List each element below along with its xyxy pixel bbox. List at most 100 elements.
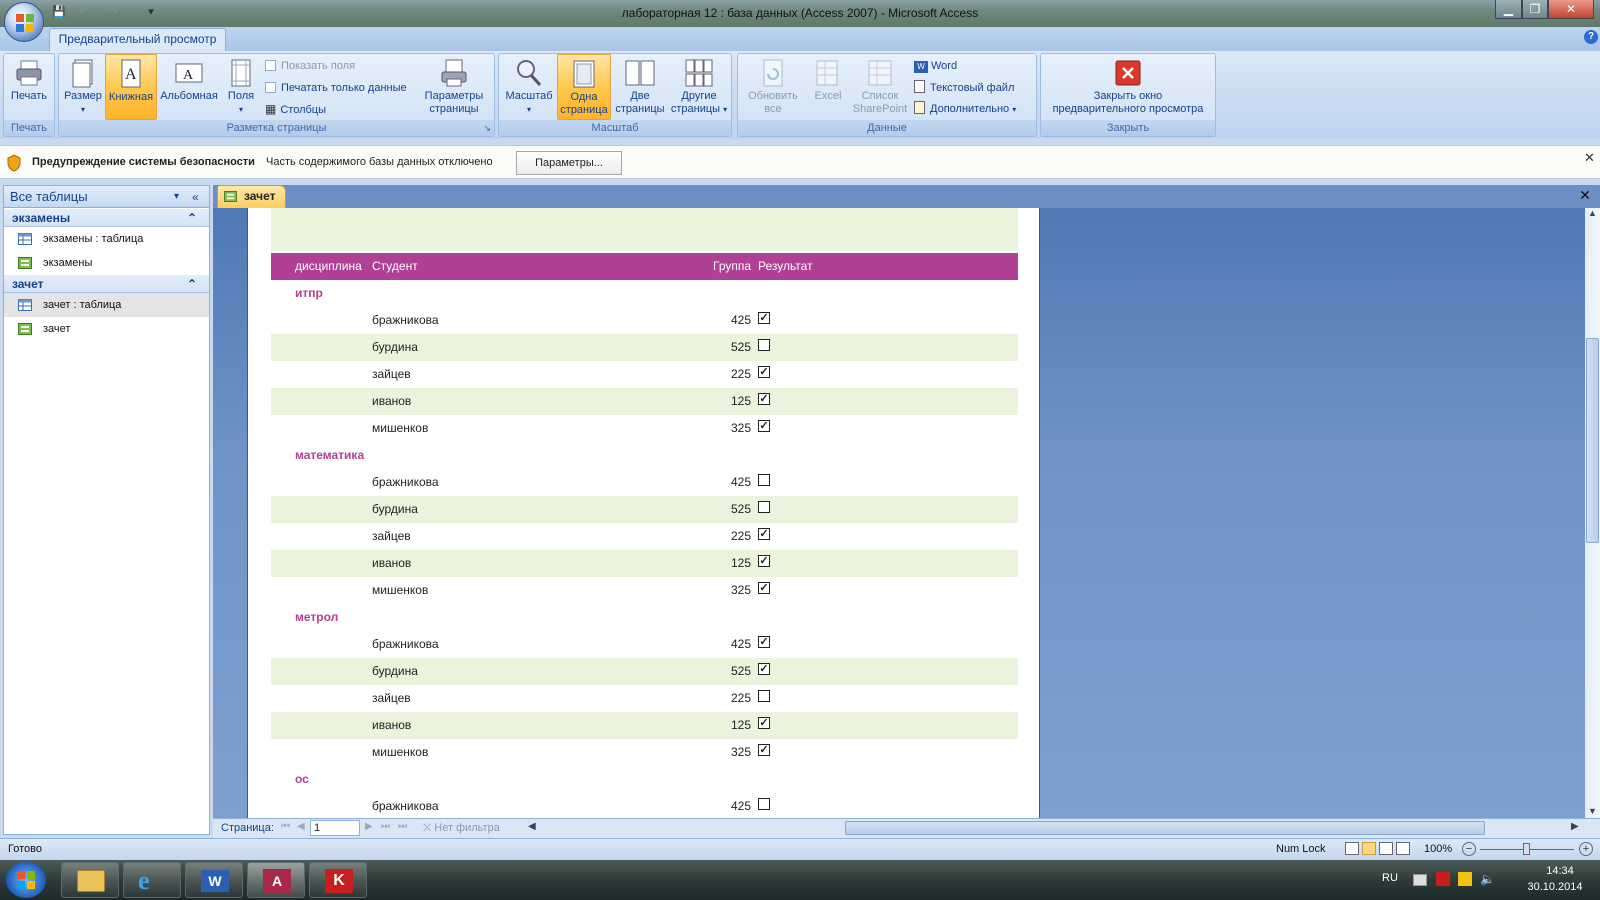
redo-icon[interactable]: ↷ — [104, 5, 122, 21]
close-document-icon[interactable]: ✕ — [1578, 187, 1592, 203]
taskbar-word[interactable]: W — [185, 862, 243, 898]
export-more-button[interactable]: Дополнительно ▾ — [914, 100, 1016, 118]
ie-icon: e — [138, 866, 150, 895]
close-preview-label-2: предварительного просмотра — [1052, 103, 1204, 115]
zoom-slider-thumb[interactable] — [1523, 843, 1530, 855]
export-word-button[interactable]: W Word — [914, 57, 957, 75]
customize-qat-icon[interactable]: ▾ — [142, 5, 160, 21]
filter-status[interactable]: ⛌ Нет фильтра — [423, 822, 500, 835]
table-row: бурдина 525 ✓ — [271, 658, 1018, 685]
report-view-icon[interactable] — [1362, 842, 1376, 855]
one-page-button[interactable]: Одна страница — [557, 54, 611, 120]
refresh-label-1: Обновить — [748, 90, 798, 102]
cell-group: 425 — [730, 637, 751, 651]
print-button-label: Печать — [10, 90, 48, 102]
close-preview-button[interactable]: Закрыть окно предварительного просмотра — [1043, 54, 1213, 120]
minimize-button[interactable]: ▁ — [1495, 0, 1522, 19]
show-margins-checkbox[interactable]: Показать поля — [265, 57, 355, 75]
print-preview-view-icon[interactable] — [1345, 842, 1359, 855]
scroll-right-icon[interactable]: ▶ — [1571, 821, 1579, 832]
language-indicator[interactable]: RU — [1382, 872, 1398, 884]
nav-pane-header[interactable]: Все таблицы ▾ « — [4, 186, 209, 208]
refresh-all-button[interactable]: Обновить все — [740, 54, 806, 120]
taskbar-ie[interactable]: e — [123, 862, 181, 898]
security-warning-message: Часть содержимого базы данных отключено — [266, 156, 493, 168]
group-zoom-label: Масштаб — [499, 120, 731, 136]
nav-group-exams[interactable]: экзамены ⌃ — [4, 209, 209, 227]
export-sharepoint-button[interactable]: Список SharePoint — [850, 54, 910, 120]
taskbar-access[interactable]: A — [247, 862, 305, 898]
section-discipline: метрол — [295, 610, 339, 624]
volume-icon[interactable]: 🔈 — [1480, 872, 1495, 886]
refresh-label-2: все — [764, 103, 782, 115]
column-result: Результат — [758, 259, 813, 273]
table-row: зайцев 225 — [271, 685, 1018, 712]
last-page-icon[interactable]: ⏭ — [381, 821, 390, 832]
prev-page-icon[interactable]: ◀ — [297, 821, 305, 832]
portrait-button[interactable]: A Книжная — [105, 54, 157, 120]
nav-dropdown-icon[interactable]: ▾ — [174, 186, 179, 208]
close-warning-icon[interactable]: ✕ — [1584, 150, 1595, 166]
margins-button[interactable]: Поля ▾ — [222, 54, 260, 120]
more-pages-button[interactable]: Другие страницы ▾ — [669, 54, 729, 120]
two-pages-button[interactable]: Две страницы — [612, 54, 668, 120]
zoom-button[interactable]: Масштаб ▾ — [501, 54, 557, 120]
nav-item-pass-report[interactable]: зачет — [4, 317, 209, 341]
zoom-out-icon[interactable]: − — [1462, 842, 1476, 856]
group-collapse-icon[interactable]: ⌃ — [187, 209, 197, 227]
nav-item-pass-table[interactable]: зачет : таблица — [4, 293, 209, 317]
result-checkbox-checked: ✓ — [758, 636, 770, 648]
help-icon[interactable]: ? — [1584, 30, 1598, 44]
next-page-icon[interactable]: ▶ — [365, 821, 373, 832]
clock-time[interactable]: 14:34 — [1530, 865, 1590, 877]
page-setup-button[interactable]: Параметры страницы — [421, 54, 487, 120]
print-data-only-checkbox[interactable]: Печатать только данные — [265, 79, 407, 97]
group-data: Обновить все Excel Список SharePoint W Wo… — [737, 53, 1037, 137]
size-button[interactable]: Размер ▾ — [61, 54, 105, 120]
filter-label: Нет фильтра — [434, 822, 500, 834]
horizontal-scroll-thumb[interactable] — [845, 821, 1485, 835]
dialog-launcher-icon[interactable]: ↘ — [483, 123, 491, 134]
export-excel-button[interactable]: Excel — [808, 54, 848, 120]
zoom-in-icon[interactable]: + — [1579, 842, 1593, 856]
status-bar: Готово Num Lock 100% − + — [0, 838, 1600, 860]
nav-item-exams-table[interactable]: экзамены : таблица — [4, 227, 209, 251]
page-number-input[interactable]: 1 — [310, 820, 360, 836]
scroll-left-icon[interactable]: ◀ — [528, 821, 536, 832]
nav-group-pass[interactable]: зачет ⌃ — [4, 275, 209, 293]
save-icon[interactable]: 💾 — [50, 5, 68, 21]
scroll-down-icon[interactable]: ▼ — [1588, 806, 1597, 816]
cell-group: 525 — [730, 664, 751, 678]
security-options-button[interactable]: Параметры... — [516, 151, 622, 175]
layout-view-icon[interactable] — [1379, 842, 1393, 855]
maximize-button[interactable]: ❐ — [1522, 0, 1548, 19]
taskbar-kaspersky[interactable]: K — [309, 862, 367, 898]
ribbon-tab-row — [0, 27, 1600, 51]
tab-print-preview[interactable]: Предварительный просмотр — [49, 28, 226, 51]
network-icon[interactable] — [1413, 874, 1427, 886]
landscape-button[interactable]: A Альбомная — [158, 54, 220, 120]
scroll-up-icon[interactable]: ▲ — [1588, 208, 1597, 218]
flag-tray-icon[interactable] — [1458, 872, 1472, 886]
export-text-file-button[interactable]: Текстовый файл — [914, 79, 1014, 97]
nav-item-exams-report[interactable]: экзамены — [4, 251, 209, 275]
clock-date[interactable]: 30.10.2014 — [1520, 881, 1590, 893]
vertical-scroll-thumb[interactable] — [1586, 338, 1599, 543]
collapse-pane-icon[interactable]: « — [192, 186, 199, 208]
office-button[interactable] — [4, 2, 44, 42]
first-page-icon[interactable]: ⏮ — [281, 821, 290, 832]
columns-button[interactable]: ▦ Столбцы — [265, 100, 326, 118]
portrait-label: Книжная — [108, 91, 154, 103]
print-data-only-label: Печатать только данные — [281, 82, 407, 94]
cell-group: 425 — [730, 475, 751, 489]
start-button[interactable] — [6, 862, 46, 898]
close-window-button[interactable]: ✕ — [1548, 0, 1594, 19]
kaspersky-tray-icon[interactable] — [1436, 872, 1450, 886]
taskbar-explorer[interactable] — [61, 862, 119, 898]
design-view-icon[interactable] — [1396, 842, 1410, 855]
undo-icon[interactable]: ↶ — [74, 5, 92, 21]
document-tab-report[interactable]: зачет — [217, 185, 286, 208]
result-checkbox-checked: ✓ — [758, 744, 770, 756]
print-button[interactable]: Печать — [6, 54, 52, 120]
group-collapse-icon[interactable]: ⌃ — [187, 275, 197, 293]
